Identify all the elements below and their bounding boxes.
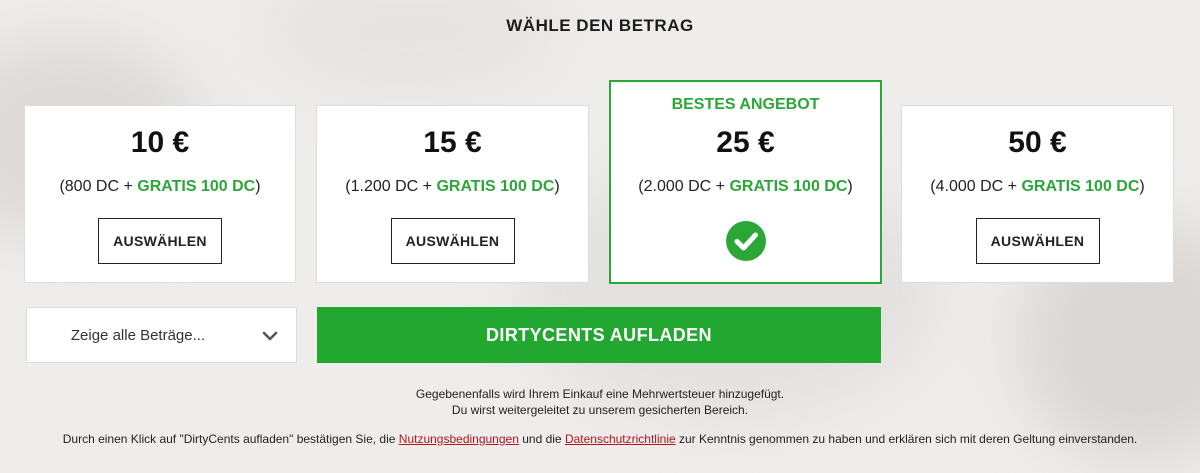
- charge-dirtycents-button[interactable]: DIRTYCENTS AUFLADEN: [317, 307, 881, 363]
- dc-close: ): [847, 178, 853, 195]
- select-button-15[interactable]: AUSWÄHLEN: [390, 218, 515, 264]
- card-price: 50 €: [1008, 126, 1067, 159]
- card-dc-amount: (2.000 DC + GRATIS 100 DC): [611, 178, 880, 196]
- legal-text-part: Durch einen Klick auf "DirtyCents auflad…: [62, 432, 399, 446]
- dc-base: (1.200 DC +: [345, 178, 437, 195]
- amount-card-50[interactable]: 50 € (4.000 DC + GRATIS 100 DC) AUSWÄHLE…: [901, 105, 1174, 283]
- redirect-note: Du wirst weitergeleitet zu unserem gesic…: [451, 403, 749, 417]
- dc-close: ): [554, 178, 560, 195]
- card-dc-amount: (800 DC + GRATIS 100 DC): [25, 178, 295, 196]
- card-price: 25 €: [716, 126, 775, 159]
- amount-card-10[interactable]: 10 € (800 DC + GRATIS 100 DC) AUSWÄHLEN: [24, 105, 296, 283]
- dropdown-label: Zeige alle Beträge...: [70, 327, 206, 344]
- background-decoration: [260, 0, 560, 100]
- dc-bonus: GRATIS 100 DC: [729, 178, 848, 195]
- card-dc-amount: (4.000 DC + GRATIS 100 DC): [902, 178, 1173, 196]
- terms-link[interactable]: Nutzungsbedingungen: [399, 432, 519, 446]
- card-price: 10 €: [130, 126, 190, 159]
- dc-bonus: GRATIS 100 DC: [137, 178, 256, 195]
- dc-base: (2.000 DC +: [638, 178, 730, 195]
- vat-note: Gegebenenfalls wird Ihrem Einkauf eine M…: [415, 387, 785, 401]
- dc-bonus: GRATIS 100 DC: [1021, 178, 1140, 195]
- amount-card-15[interactable]: 15 € (1.200 DC + GRATIS 100 DC) AUSWÄHLE…: [316, 105, 589, 283]
- legal-text-part: zur Kenntnis genommen zu haben und erklä…: [675, 432, 1138, 446]
- card-price: 15 €: [423, 126, 482, 159]
- show-all-amounts-dropdown[interactable]: Zeige alle Beträge...: [26, 307, 297, 363]
- dc-close: ): [255, 178, 261, 195]
- dc-bonus: GRATIS 100 DC: [436, 178, 555, 195]
- privacy-policy-link[interactable]: Datenschutzrichtlinie: [565, 432, 676, 446]
- select-button-10[interactable]: AUSWÄHLEN: [98, 218, 222, 264]
- page-title: WÄHLE DEN BETRAG: [506, 16, 694, 35]
- amount-card-25[interactable]: BESTES ANGEBOT 25 € (2.000 DC + GRATIS 1…: [609, 80, 882, 284]
- chevron-down-icon: [262, 328, 278, 344]
- best-offer-badge: BESTES ANGEBOT: [671, 96, 820, 113]
- legal-consent-text: Durch einen Klick auf "DirtyCents auflad…: [30, 431, 1170, 447]
- checkmark-icon: [725, 221, 766, 261]
- dc-base: (4.000 DC +: [930, 178, 1022, 195]
- legal-text-part: und die: [518, 432, 565, 446]
- dc-close: ): [1139, 178, 1145, 195]
- card-dc-amount: (1.200 DC + GRATIS 100 DC): [317, 178, 588, 196]
- dc-base: (800 DC +: [59, 178, 138, 195]
- select-button-50[interactable]: AUSWÄHLEN: [975, 218, 1100, 264]
